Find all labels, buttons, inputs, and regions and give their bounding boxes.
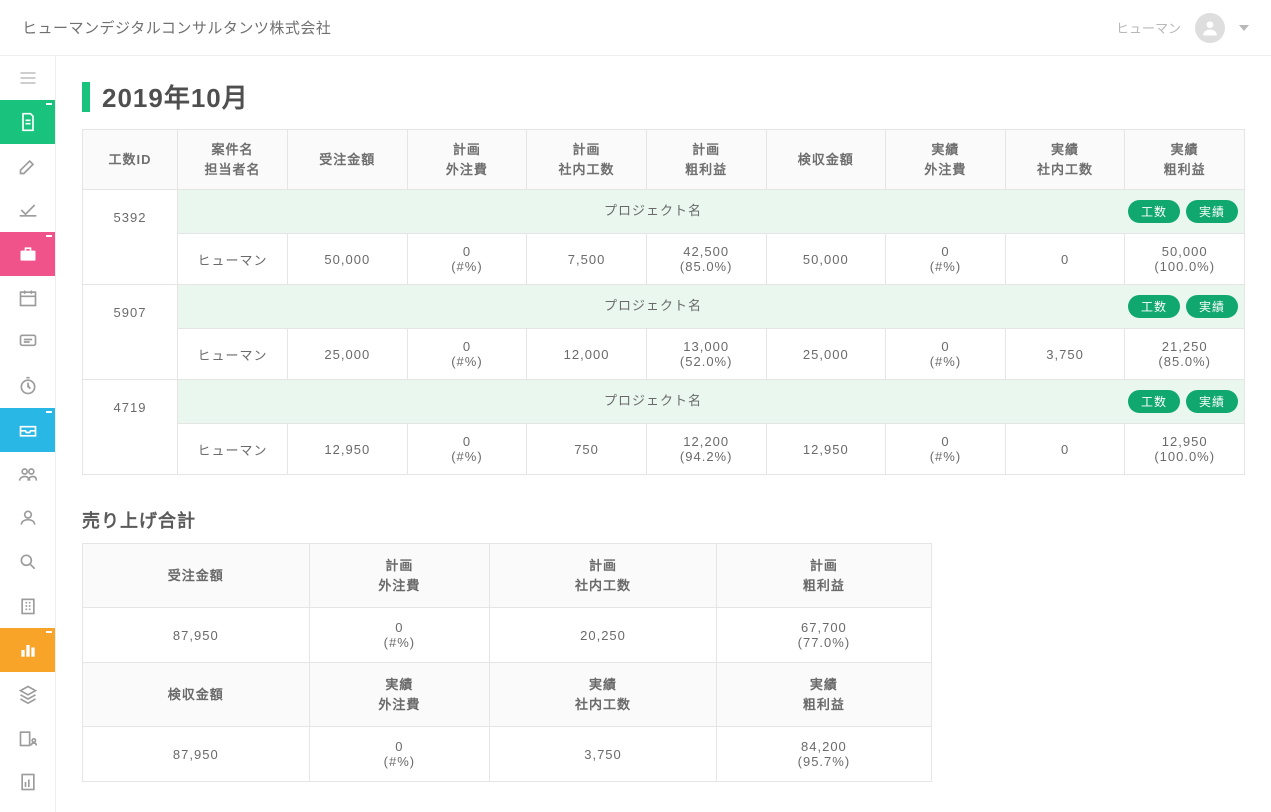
avatar[interactable]: [1195, 13, 1225, 43]
col-accept: 検収金額: [766, 130, 886, 190]
col-act-gp: 実績粗利益: [1125, 130, 1245, 190]
project-name-cell: プロジェクト名 工数実績: [178, 380, 1245, 424]
cell-act-out: 0(#%): [886, 329, 1006, 380]
project-data-row: ヒューマン25,0000(#%)12,00013,000(52.0%)25,00…: [83, 329, 1245, 380]
nav-calendar[interactable]: [0, 276, 55, 320]
project-id: 5392: [83, 190, 178, 285]
col-name: 案件名担当者名: [178, 130, 288, 190]
cell-order: 25,000: [288, 329, 408, 380]
project-name-cell: プロジェクト名 工数実績: [178, 285, 1245, 329]
sidebar: [0, 56, 56, 812]
nav-check[interactable]: [0, 188, 55, 232]
cell-plan-gp: 13,000(52.0%): [646, 329, 766, 380]
person-name: ヒューマン: [178, 329, 288, 380]
pill-actual[interactable]: 実績: [1186, 390, 1238, 413]
project-data-row: ヒューマン50,0000(#%)7,50042,500(85.0%)50,000…: [83, 234, 1245, 285]
project-header-row: 4719プロジェクト名工数実績: [83, 380, 1245, 424]
cell-act-gp: 21,250(85.0%): [1125, 329, 1245, 380]
cell-plan-gp: 42,500(85.0%): [646, 234, 766, 285]
cell-act-in: 0: [1005, 234, 1125, 285]
cell-order: 12,950: [288, 424, 408, 475]
project-header-row: 5907プロジェクト名工数実績: [83, 285, 1245, 329]
nav-inbox[interactable]: [0, 408, 55, 452]
project-name-placeholder: プロジェクト名: [604, 393, 702, 408]
cell-act-in: 0: [1005, 424, 1125, 475]
col-order: 受注金額: [288, 130, 408, 190]
cell-act-out: 0(#%): [886, 424, 1006, 475]
pill-hours[interactable]: 工数: [1128, 295, 1180, 318]
summary-row-plan: 87,950 0(#%) 20,250 67,700(77.0%): [83, 608, 932, 663]
nav-search[interactable]: [0, 540, 55, 584]
nav-user[interactable]: [0, 496, 55, 540]
person-icon: [1200, 18, 1220, 38]
page-title-wrap: 2019年10月: [82, 78, 1245, 115]
pill-actual[interactable]: 実績: [1186, 295, 1238, 318]
project-name-placeholder: プロジェクト名: [604, 203, 702, 218]
chevron-down-icon[interactable]: [1239, 25, 1249, 31]
nav-people[interactable]: [0, 452, 55, 496]
cell-order: 50,000: [288, 234, 408, 285]
user-name: ヒューマン: [1116, 18, 1181, 37]
cell-act-gp: 50,000(100.0%): [1125, 234, 1245, 285]
table-header-row: 工数ID 案件名担当者名 受注金額 計画外注費 計画社内工数 計画粗利益 検収金…: [83, 130, 1245, 190]
cell-accept: 25,000: [766, 329, 886, 380]
page-title: 2019年10月: [102, 78, 249, 115]
cell-plan-in: 12,000: [527, 329, 647, 380]
pill-actual[interactable]: 実績: [1186, 200, 1238, 223]
project-header-row: 5392プロジェクト名工数実績: [83, 190, 1245, 234]
company-name: ヒューマンデジタルコンサルタンツ株式会社: [22, 17, 331, 38]
nav-building-user[interactable]: [0, 716, 55, 760]
nav-building[interactable]: [0, 584, 55, 628]
cell-act-in: 3,750: [1005, 329, 1125, 380]
summary-table: 受注金額 計画外注費 計画社内工数 計画粗利益 87,950 0(#%) 20,…: [82, 543, 932, 782]
project-id: 5907: [83, 285, 178, 380]
pill-hours[interactable]: 工数: [1128, 200, 1180, 223]
summary-header-plan: 受注金額 計画外注費 計画社内工数 計画粗利益: [83, 544, 932, 608]
cell-accept: 50,000: [766, 234, 886, 285]
cell-act-out: 0(#%): [886, 234, 1006, 285]
col-plan-in: 計画社内工数: [527, 130, 647, 190]
col-act-in: 実績社内工数: [1005, 130, 1125, 190]
nav-edit[interactable]: [0, 144, 55, 188]
cell-plan-out: 0(#%): [407, 424, 527, 475]
project-name-placeholder: プロジェクト名: [604, 298, 702, 313]
projects-table: 工数ID 案件名担当者名 受注金額 計画外注費 計画社内工数 計画粗利益 検収金…: [82, 129, 1245, 475]
project-data-row: ヒューマン12,9500(#%)75012,200(94.2%)12,9500(…: [83, 424, 1245, 475]
nav-chart[interactable]: [0, 628, 55, 672]
cell-plan-out: 0(#%): [407, 234, 527, 285]
summary-title: 売り上げ合計: [82, 507, 1245, 533]
nav-briefcase[interactable]: [0, 232, 55, 276]
cell-plan-gp: 12,200(94.2%): [646, 424, 766, 475]
nav-layers[interactable]: [0, 672, 55, 716]
hamburger-button[interactable]: [0, 56, 55, 100]
person-name: ヒューマン: [178, 234, 288, 285]
pill-hours[interactable]: 工数: [1128, 390, 1180, 413]
cell-accept: 12,950: [766, 424, 886, 475]
cell-plan-out: 0(#%): [407, 329, 527, 380]
project-id: 4719: [83, 380, 178, 475]
cell-plan-in: 7,500: [527, 234, 647, 285]
nav-comment[interactable]: [0, 320, 55, 364]
main-content: 2019年10月 工数ID 案件名担当者名 受注金額 計画外注費 計画社内工数 …: [56, 56, 1271, 812]
cell-plan-in: 750: [527, 424, 647, 475]
nav-report[interactable]: [0, 760, 55, 804]
nav-timer[interactable]: [0, 364, 55, 408]
header-right: ヒューマン: [1116, 13, 1249, 43]
col-plan-gp: 計画粗利益: [646, 130, 766, 190]
title-accent-bar: [82, 82, 90, 112]
nav-document[interactable]: [0, 100, 55, 144]
person-name: ヒューマン: [178, 424, 288, 475]
summary-header-actual: 検収金額 実績外注費 実績社内工数 実績粗利益: [83, 663, 932, 727]
col-plan-out: 計画外注費: [407, 130, 527, 190]
project-name-cell: プロジェクト名 工数実績: [178, 190, 1245, 234]
col-id: 工数ID: [83, 130, 178, 190]
cell-act-gp: 12,950(100.0%): [1125, 424, 1245, 475]
app-header: ヒューマンデジタルコンサルタンツ株式会社 ヒューマン: [0, 0, 1271, 56]
summary-row-actual: 87,950 0(#%) 3,750 84,200(95.7%): [83, 727, 932, 782]
col-act-out: 実績外注費: [886, 130, 1006, 190]
